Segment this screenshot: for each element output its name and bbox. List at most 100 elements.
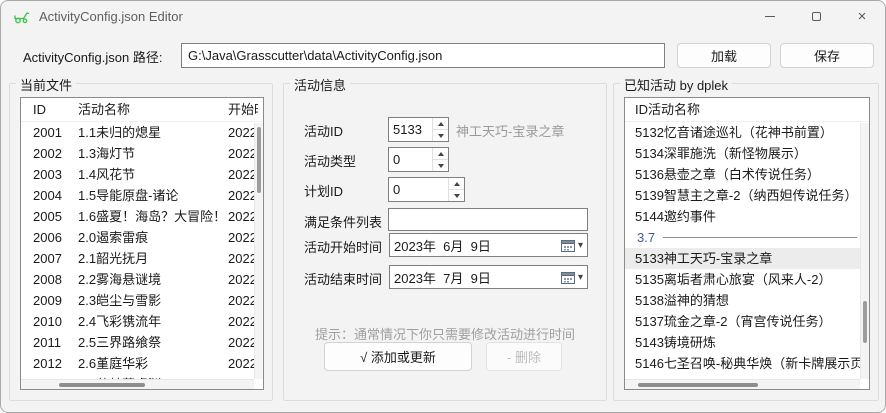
current-file-row[interactable]: 20011.1未归的熄星2022 [21, 122, 254, 143]
path-input[interactable] [181, 43, 665, 68]
cell-start: 2022 [228, 122, 254, 143]
known-activity-row[interactable]: 5146七圣召唤-秘典华焕（新卡牌展示页 [625, 353, 860, 374]
current-file-row[interactable]: 20112.5三界路飨祭2022 [21, 332, 254, 353]
schedule-id-label: 计划ID [304, 181, 343, 200]
scrollbar-thumb[interactable] [638, 383, 758, 387]
column-header-start[interactable]: 开始时间 [228, 98, 258, 121]
start-time-picker[interactable]: 2023年 6月 9日 ▾ [389, 233, 588, 257]
cell-id: 2008 [33, 269, 78, 290]
arrow-down-icon [438, 134, 444, 138]
activity-type-input[interactable] [389, 148, 432, 171]
delete-button: - 删除 [486, 342, 562, 371]
known-activity-row[interactable]: 5137琉金之章-2（宵宫传说任务） [625, 311, 860, 332]
load-button[interactable]: 加载 [677, 43, 771, 68]
save-button[interactable]: 保存 [780, 43, 874, 68]
known-activity-row[interactable]: 5133神工天巧-宝录之章 [625, 248, 860, 269]
cell-start: 2022 [228, 311, 254, 332]
spin-up-button[interactable] [433, 148, 448, 159]
scrollbar-thumb[interactable] [257, 127, 261, 193]
spin-up-button[interactable] [433, 118, 448, 129]
cell-start: 2022 [228, 143, 254, 164]
cell-id: 2005 [33, 206, 78, 227]
activity-name-hint: 神工天巧-宝录之章 [456, 121, 564, 140]
scrollbar-thumb[interactable] [863, 301, 867, 343]
condition-list-input[interactable] [388, 208, 588, 231]
schedule-id-stepper [388, 177, 465, 202]
known-activities-list-header[interactable]: ID活动名称 [625, 98, 869, 122]
vertical-scrollbar[interactable] [254, 123, 263, 379]
minimize-icon [765, 16, 775, 17]
dropdown-caret-icon: ▾ [578, 272, 583, 283]
cell-id: 2001 [33, 122, 78, 143]
spin-down-button[interactable] [449, 189, 464, 201]
cell-name: 离垢者肃心旅宴（风来人-2） [664, 272, 832, 287]
current-file-row[interactable]: 20122.6堇庭华彩2022 [21, 353, 254, 374]
known-activity-row[interactable]: 5144邀约事件 [625, 206, 860, 227]
known-activity-row[interactable]: 5143铸境研炼 [625, 332, 860, 353]
column-header-id[interactable]: ID [33, 98, 78, 121]
horizontal-scrollbar[interactable] [625, 379, 860, 389]
activity-id-label: 活动ID [304, 121, 343, 140]
add-or-update-button[interactable]: √ 添加或更新 [324, 342, 472, 371]
calendar-icon [561, 271, 575, 284]
cell-id: 5146 [635, 356, 664, 371]
known-activity-row[interactable]: 5135离垢者肃心旅宴（风来人-2） [625, 269, 860, 290]
end-time-value: 2023年 7月 9日 [394, 268, 561, 287]
arrow-down-icon [438, 164, 444, 168]
cell-id: 2007 [33, 248, 78, 269]
path-label: ActivityConfig.json 路径: [23, 47, 162, 66]
cell-id: 5136 [635, 167, 664, 182]
schedule-id-input[interactable] [389, 178, 448, 201]
scrollbar-thumb[interactable] [59, 383, 145, 387]
known-activities-group-title: 已知活动 by dplek [620, 75, 732, 94]
current-file-list-header[interactable]: ID活动名称开始时间 [21, 98, 263, 122]
known-activities-group: 已知活动 by dplek ID活动名称 5132忆音诸途巡礼（花神书前置）51… [613, 83, 879, 401]
column-header-name[interactable]: 活动名称 [78, 98, 228, 121]
cell-start: 2022 [228, 227, 254, 248]
column-header-name[interactable]: 活动名称 [648, 102, 700, 117]
cell-name: 邀约事件 [664, 209, 716, 224]
cell-name: 1.4风花节 [78, 164, 228, 185]
current-file-row[interactable]: 20021.3海灯节2022 [21, 143, 254, 164]
horizontal-scrollbar[interactable] [21, 379, 254, 389]
cell-id: 5134 [635, 146, 664, 161]
current-file-list: ID活动名称开始时间 20011.1未归的熄星202220021.3海灯节202… [20, 97, 264, 390]
activity-id-input[interactable] [389, 118, 432, 141]
spin-down-button[interactable] [433, 159, 448, 171]
column-header-id[interactable]: ID [635, 102, 648, 117]
current-file-row[interactable]: 20082.2雾海悬谜境2022 [21, 269, 254, 290]
window-title: ActivityConfig.json Editor [39, 9, 183, 24]
cell-name: 琉金之章-2（宵宫传说任务） [664, 314, 832, 329]
close-button[interactable]: × [839, 1, 885, 31]
cell-name: 悬壶之章（白术传说任务） [664, 167, 820, 182]
current-file-row[interactable]: 20062.0遏索雷痕2022 [21, 227, 254, 248]
cell-name: 2.4飞彩镌流年 [78, 311, 228, 332]
current-file-row[interactable]: 20092.3皑尘与雪影2022 [21, 290, 254, 311]
arrow-up-icon [454, 182, 460, 186]
cell-id: 2010 [33, 311, 78, 332]
current-file-row[interactable]: 20072.1韶光抚月2022 [21, 248, 254, 269]
current-file-row[interactable]: 20051.6盛夏！海岛？大冒险！2022 [21, 206, 254, 227]
minimize-button[interactable] [747, 1, 793, 31]
current-file-row[interactable]: 20041.5导能原盘-诸论2022 [21, 185, 254, 206]
current-file-row[interactable]: 20102.4飞彩镌流年2022 [21, 311, 254, 332]
cell-name: 1.3海灯节 [78, 143, 228, 164]
maximize-button[interactable] [793, 1, 839, 31]
cell-name: 智慧主之章-2（纳西妲传说任务） [664, 188, 858, 203]
spin-down-button[interactable] [433, 129, 448, 141]
cell-id: 2004 [33, 185, 78, 206]
spin-up-button[interactable] [449, 178, 464, 189]
current-file-group-title: 当前文件 [16, 75, 76, 94]
vertical-scrollbar[interactable] [860, 123, 869, 379]
cell-name: 2.3皑尘与雪影 [78, 290, 228, 311]
known-activity-row[interactable]: 5134深罪施洗（新怪物展示） [625, 143, 860, 164]
start-time-value: 2023年 6月 9日 [394, 236, 561, 255]
known-activity-row[interactable]: 5138溢神的猜想 [625, 290, 860, 311]
known-activity-row[interactable]: 5136悬壶之章（白术传说任务） [625, 164, 860, 185]
current-file-row[interactable]: 20031.4风花节2022 [21, 164, 254, 185]
cell-name: 1.5导能原盘-诸论 [78, 185, 228, 206]
end-time-picker[interactable]: 2023年 7月 9日 ▾ [389, 265, 588, 289]
cell-start: 2022 [228, 164, 254, 185]
known-activity-row[interactable]: 5132忆音诸途巡礼（花神书前置） [625, 122, 860, 143]
known-activity-row[interactable]: 5139智慧主之章-2（纳西妲传说任务） [625, 185, 860, 206]
